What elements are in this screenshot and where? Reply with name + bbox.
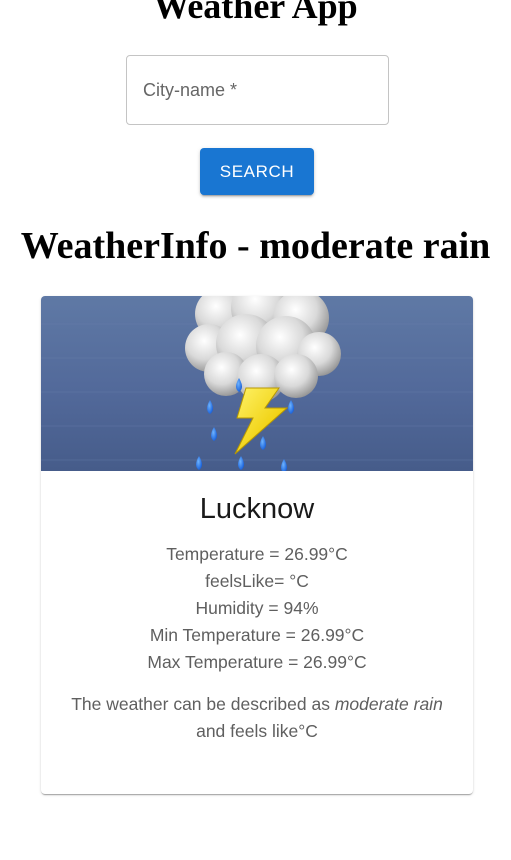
weather-card: Lucknow Temperature = 26.99°C feelsLike=…	[41, 296, 473, 794]
city-name: Lucknow	[199, 493, 315, 525]
min-temperature-text: Min Temperature = 26.99°C	[149, 625, 365, 645]
description-suffix: and feels like°C	[196, 721, 318, 741]
city-name-input[interactable]	[127, 56, 388, 124]
search-button[interactable]: SEARCH	[200, 148, 314, 195]
thunderstorm-cloud-icon	[41, 296, 473, 471]
feels-like-text: feelsLike= °C	[205, 571, 309, 591]
weather-description: The weather can be described as moderate…	[61, 691, 453, 745]
max-temperature-text: Max Temperature = 26.99°C	[147, 652, 367, 672]
description-condition: moderate rain	[334, 694, 443, 714]
weather-image	[41, 296, 473, 471]
weather-stats: Temperature = 26.99°C feelsLike= °C Humi…	[41, 541, 473, 676]
humidity-text: Humidity = 94%	[195, 598, 319, 618]
app-title: Weather App	[153, 0, 358, 26]
weather-info-heading: WeatherInfo - moderate rain	[20, 225, 491, 267]
city-search-field[interactable]	[126, 55, 389, 125]
description-prefix: The weather can be described as	[71, 694, 335, 714]
temperature-text: Temperature = 26.99°C	[166, 544, 348, 564]
